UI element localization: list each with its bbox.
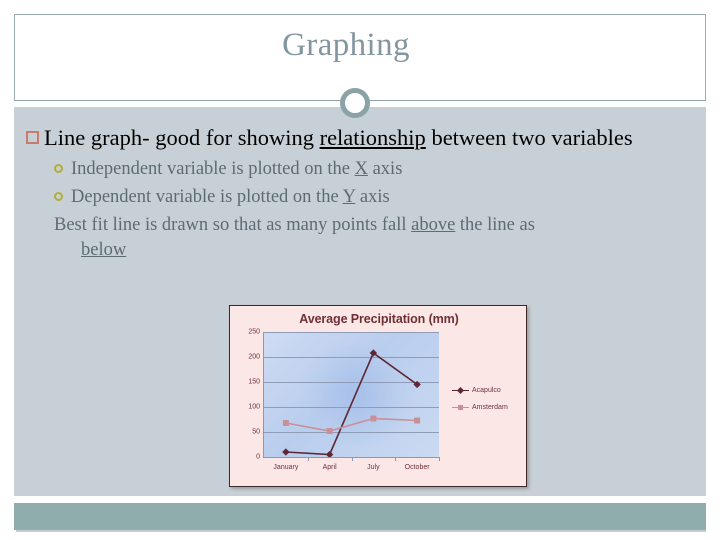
presentation-slide: Graphing Line graph- good for showing re… bbox=[0, 0, 720, 540]
plain-line-underlined-2: below bbox=[81, 240, 127, 260]
chart-canvas: Average Precipitation (mm) 0 50 100 150 200 2… bbox=[230, 306, 526, 486]
chart-x-tick-label: April bbox=[322, 464, 337, 471]
footer-shadow bbox=[16, 530, 706, 532]
chart-y-tick-label: 200 bbox=[248, 353, 260, 361]
chart-y-tick-label: 100 bbox=[248, 403, 260, 411]
chart-title: Average Precipitation (mm) bbox=[299, 312, 459, 326]
plain-text-line: Best fit line is drawn so that as many p… bbox=[54, 213, 692, 263]
bullet-level1-text-before: Line graph- good for showing bbox=[44, 125, 320, 150]
chart-x-tick-mark bbox=[439, 457, 440, 461]
legend-label-amsterdam: Amsterdam bbox=[472, 403, 508, 411]
plain-line-text-middle: the line as bbox=[455, 215, 535, 235]
chart-y-tick-label: 150 bbox=[248, 378, 260, 386]
sub-bullet-label-1: Independent variable is plotted on the X… bbox=[71, 157, 402, 182]
chart-marker-amsterdam bbox=[414, 417, 421, 424]
sub-bullet-2-underlined: Y bbox=[342, 187, 356, 207]
chart-x-tick-mark bbox=[307, 457, 309, 461]
sub-bullet-2-text-before: Dependent variable is plotted on the bbox=[71, 187, 343, 207]
chart-x-tick-mark bbox=[395, 457, 397, 461]
chart-plot-area: 0 50 100 150 200 250 January April July October bbox=[248, 329, 440, 471]
sub-bullet-2-text-after: axis bbox=[355, 187, 390, 207]
ring-icon bbox=[340, 88, 370, 118]
chart-y-tick-label: 50 bbox=[252, 428, 260, 436]
chart-marker-amsterdam bbox=[370, 415, 377, 422]
chart-line-acapulco bbox=[285, 351, 418, 456]
chart-x-tick-label: January bbox=[273, 464, 299, 471]
page-title: Graphing bbox=[282, 27, 410, 63]
legend-item-acapulco: Acapulco bbox=[452, 386, 526, 394]
footer-accent-bar bbox=[14, 503, 706, 530]
bullet-level1-text-after: between two variables bbox=[425, 125, 633, 150]
chart-y-tick-label: 250 bbox=[248, 328, 260, 336]
chart-marker-amsterdam bbox=[326, 428, 333, 434]
plain-line-underlined-1: above bbox=[411, 215, 456, 235]
plain-line-continuation: below bbox=[54, 238, 692, 263]
chart-x-tick-label: October bbox=[404, 464, 430, 471]
plain-line-text-before: Best fit line is drawn so that as many p… bbox=[54, 215, 412, 235]
chart-y-tick-label: 0 bbox=[256, 453, 260, 461]
circle-outline-bullet-icon bbox=[54, 192, 63, 201]
legend-label-acapulco: Acapulco bbox=[472, 386, 501, 394]
bullet-level1: Line graph- good for showing relationshi… bbox=[26, 124, 692, 151]
square-outline-bullet-icon bbox=[26, 131, 39, 144]
sub-bullet-list: Independent variable is plotted on the X… bbox=[26, 157, 692, 263]
sub-bullet-1-text-after: axis bbox=[367, 159, 403, 179]
chart-x-tick-mark bbox=[351, 457, 353, 461]
sub-bullet-1-text-before: Independent variable is plotted on the bbox=[71, 159, 355, 179]
chart-line-amsterdam bbox=[285, 417, 418, 432]
sub-bullet-label-2: Dependent variable is plotted on the Y a… bbox=[71, 185, 390, 210]
legend-swatch-amsterdam bbox=[452, 403, 469, 411]
bullet-level1-label: Line graph- good for showing relationshi… bbox=[44, 124, 692, 151]
circle-outline-bullet-icon bbox=[54, 164, 63, 173]
chart-x-tick-label: July bbox=[367, 464, 380, 471]
legend-item-amsterdam: Amsterdam bbox=[452, 403, 526, 411]
chart-marker-acapulco bbox=[325, 450, 334, 457]
sub-bullet-1-underlined: X bbox=[354, 159, 368, 179]
embedded-chart-image[interactable]: Average Precipitation (mm) 0 50 100 150 200 2… bbox=[229, 305, 527, 487]
legend-swatch-acapulco bbox=[452, 386, 469, 394]
chart-series-layer bbox=[282, 349, 421, 457]
chart-marker-acapulco bbox=[282, 448, 290, 456]
list-item: Independent variable is plotted on the X… bbox=[54, 157, 692, 182]
list-item: Dependent variable is plotted on the Y a… bbox=[54, 185, 692, 210]
bullet-level1-underlined: relationship bbox=[319, 125, 426, 150]
chart-marker-amsterdam bbox=[282, 420, 289, 426]
chart-legend: Acapulco Amsterdam bbox=[452, 386, 526, 420]
